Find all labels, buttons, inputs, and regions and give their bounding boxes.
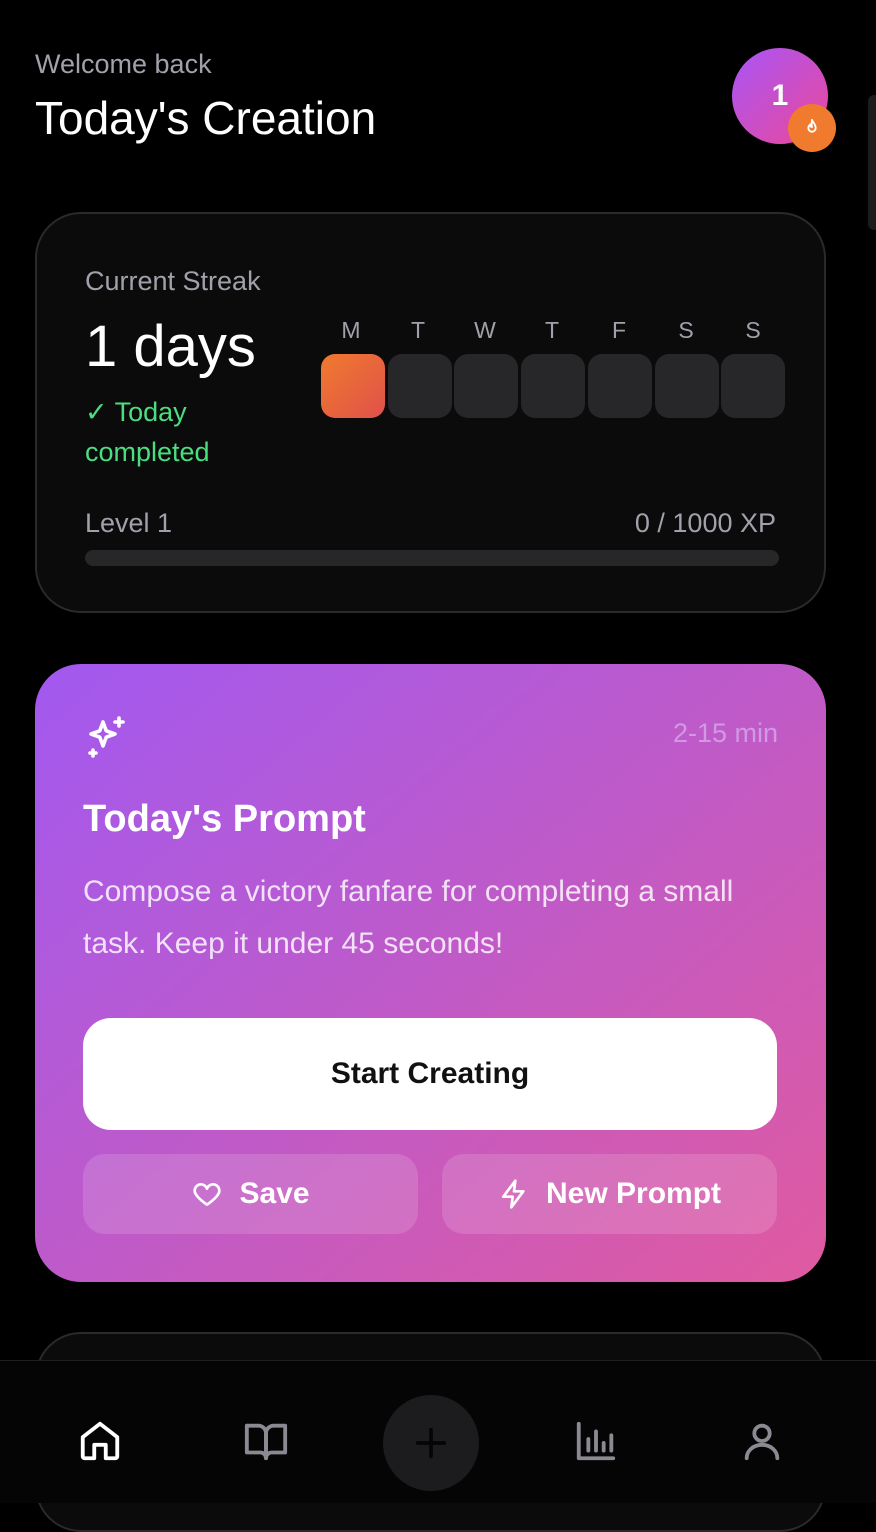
day-label-tue: T: [410, 317, 426, 343]
prompt-card: 2-15 min Today's Prompt Compose a victor…: [35, 664, 826, 1282]
day-label-mon: M: [341, 317, 361, 343]
streak-value: 1 days: [85, 314, 256, 379]
save-button[interactable]: Save: [83, 1154, 418, 1234]
header: Welcome back Today's Creation 1: [35, 48, 841, 158]
start-creating-label: Start Creating: [330, 1057, 530, 1090]
day-box-fri: [588, 354, 652, 418]
streak-card: Current Streak 1 days ✓ Today completed …: [35, 212, 826, 613]
day-box-mon: [321, 354, 385, 418]
streak-badge: [788, 104, 836, 152]
lightning-icon: [501, 1179, 525, 1209]
day-box-thu: [521, 354, 585, 418]
day-box-sat: [655, 354, 719, 418]
day-label-wed: W: [474, 317, 496, 343]
welcome-text: Welcome back: [35, 49, 212, 79]
streak-status: ✓ Today completed: [85, 397, 210, 467]
bar-chart-icon: [576, 1421, 616, 1461]
prompt-text: Compose a victory fanfare for completing…: [83, 875, 734, 960]
streak-label: Current Streak: [85, 266, 261, 296]
heart-icon: [193, 1183, 222, 1206]
flame-icon: [807, 118, 817, 133]
nav-library[interactable]: [242, 1417, 290, 1465]
avatar-level: 1: [771, 79, 789, 112]
day-label-thu: T: [544, 317, 560, 343]
xp-label: 0 / 1000 XP: [634, 508, 776, 538]
day-box-wed: [454, 354, 518, 418]
page-title: Today's Creation: [35, 92, 377, 144]
new-prompt-button[interactable]: New Prompt: [442, 1154, 777, 1234]
nav-profile[interactable]: [738, 1417, 786, 1465]
day-label-sun: S: [745, 317, 761, 343]
sparkles-icon: [88, 716, 125, 758]
save-label: Save: [239, 1177, 310, 1210]
bottom-nav: [0, 1360, 876, 1503]
xp-progress-bar: [85, 550, 779, 566]
nav-home[interactable]: [76, 1417, 124, 1465]
scroll-indicator: [868, 95, 876, 230]
day-box-sun: [721, 354, 785, 418]
level-label: Level 1: [85, 508, 173, 538]
prompt-duration: 2-15 min: [672, 718, 778, 748]
day-label-fri: F: [611, 317, 627, 343]
create-button[interactable]: [383, 1395, 479, 1491]
book-icon: [244, 1423, 288, 1461]
nav-stats[interactable]: [572, 1417, 620, 1465]
day-label-sat: S: [678, 317, 694, 343]
day-box-tue: [388, 354, 452, 418]
start-creating-button[interactable]: Start Creating: [83, 1018, 777, 1130]
plus-icon: [415, 1427, 447, 1459]
week-calendar: M T W T F S S: [319, 317, 785, 347]
user-icon: [744, 1423, 780, 1461]
prompt-title: Today's Prompt: [83, 798, 366, 840]
home-icon: [80, 1421, 120, 1461]
new-prompt-label: New Prompt: [545, 1177, 722, 1210]
